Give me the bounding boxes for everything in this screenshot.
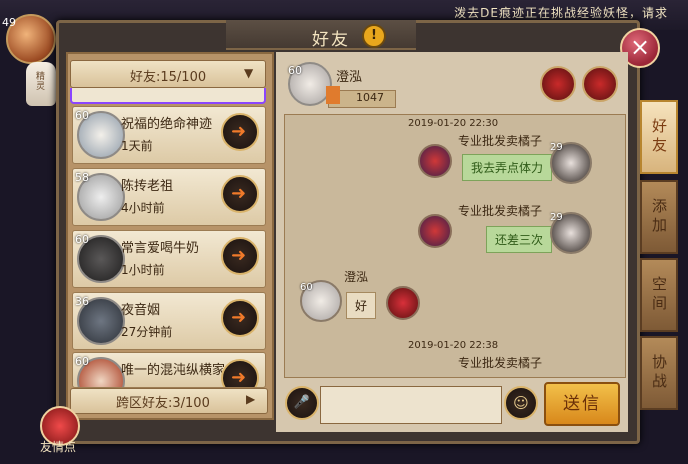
gift-arrow-icon: ➜ <box>231 121 247 142</box>
sender-level: 60 <box>300 282 313 293</box>
friend-last-online: 4小时前 <box>121 201 165 215</box>
message-timestamp: 2019-01-20 22:38 <box>408 340 499 351</box>
message-bubble: 我去弄点体力 <box>462 154 553 181</box>
friend-last-online: 1天前 <box>121 139 153 153</box>
gift-arrow-icon: ➜ <box>231 183 247 204</box>
player-level: 49 <box>2 16 16 29</box>
marquee-text: 泼去DE痕迹正在挑战经验妖怪，请求 <box>454 6 668 20</box>
gift-arrow-icon: ➜ <box>231 245 247 266</box>
gift-arrow-icon: ➜ <box>231 367 247 388</box>
friend-name: 陈抟老祖 <box>121 179 174 194</box>
daruma-gift-icon[interactable] <box>582 66 618 102</box>
friend-row[interactable]: 60 唯一的混沌纵横家 ➜ <box>72 352 266 388</box>
friend-last-online: 27分钟前 <box>121 325 173 339</box>
tab-space[interactable]: 空间 <box>640 258 678 332</box>
tab-co-op[interactable]: 协战 <box>640 336 678 410</box>
message-sender: 澄泓 <box>344 270 369 284</box>
microphone-icon[interactable]: 🎤 <box>285 386 319 420</box>
sender-level: 29 <box>550 212 563 223</box>
sender-badge-icon <box>418 214 452 248</box>
chevron-down-icon[interactable]: ▼ <box>244 66 253 80</box>
sender-level: 29 <box>550 142 563 153</box>
chat-partner-level: 60 <box>288 64 302 77</box>
friend-last-online: 1小时前 <box>121 263 165 277</box>
sticker-icon <box>386 286 420 320</box>
sender-badge-icon <box>418 144 452 178</box>
doll-label: 精灵 <box>36 72 46 92</box>
friend-name: 祝福的绝命神迹 <box>121 117 213 132</box>
message-input[interactable] <box>320 386 502 424</box>
chevron-right-icon[interactable]: ▶ <box>246 392 255 406</box>
send-gift-button[interactable]: ➜ <box>221 237 259 275</box>
friend-count-label: 好友:15/100 <box>130 70 207 85</box>
tab-friends[interactable]: 好友 <box>640 100 678 174</box>
send-gift-button[interactable]: ➜ <box>221 113 259 151</box>
chat-partner-name: 澄泓 <box>336 70 363 85</box>
friend-name: 唯一的混沌纵横家 <box>121 363 226 378</box>
friend-level: 60 <box>75 233 89 246</box>
selected-friend-row[interactable] <box>70 88 266 104</box>
friend-level: 36 <box>75 295 89 308</box>
send-gift-button[interactable]: ➜ <box>221 175 259 213</box>
message-sender: 专业批发卖橘子 <box>458 204 543 218</box>
friend-name: 夜音姻 <box>121 303 161 318</box>
send-gift-button[interactable]: ➜ <box>221 299 259 337</box>
message-sender: 专业批发卖橘子 <box>458 356 543 370</box>
friend-row[interactable]: 58 陈抟老祖 4小时前 ➜ <box>72 168 266 226</box>
emoji-icon[interactable]: ☺ <box>504 386 538 420</box>
friend-level: 60 <box>75 355 89 368</box>
message-timestamp: 2019-01-20 22:30 <box>408 118 499 129</box>
gift-arrow-icon: ➜ <box>231 307 247 328</box>
message-sender: 专业批发卖橘子 <box>458 134 543 148</box>
message-bubble: 好 <box>346 292 377 319</box>
power-value: 1047 <box>356 91 384 104</box>
red-gift-icon[interactable] <box>540 66 576 102</box>
friend-row[interactable]: 36 夜音姻 27分钟前 ➜ <box>72 292 266 350</box>
message-bubble: 还差三次 <box>486 226 553 253</box>
power-icon <box>326 86 340 104</box>
friend-level: 60 <box>75 109 89 122</box>
friend-point-label: 友情点 <box>40 440 77 454</box>
page-title: 好友 <box>312 30 350 50</box>
send-gift-button[interactable]: ➜ <box>221 359 259 388</box>
warning-icon[interactable]: ! <box>362 24 386 48</box>
friend-name: 常言爱喝牛奶 <box>121 241 200 256</box>
tab-add[interactable]: 添加 <box>640 180 678 254</box>
send-button[interactable]: 送信 <box>544 382 620 426</box>
friend-row[interactable]: 60 祝福的绝命神迹 1天前 ➜ <box>72 106 266 164</box>
friend-level: 58 <box>75 171 89 184</box>
cross-server-friends-label: 跨区好友:3/100 <box>116 396 210 411</box>
friend-row[interactable]: 60 常言爱喝牛奶 1小时前 ➜ <box>72 230 266 288</box>
